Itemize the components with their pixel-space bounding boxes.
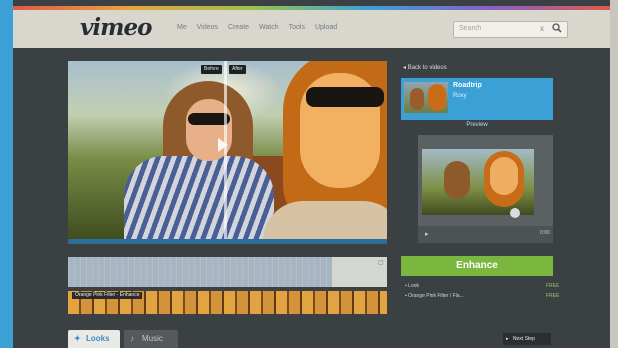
left-border <box>0 0 13 348</box>
enhance-button[interactable]: Enhance <box>401 256 553 276</box>
info-row-filter: ▪ Orange Pink Filter / Fla... <box>405 293 464 299</box>
search-placeholder: Search <box>459 25 482 32</box>
video-thumbnail <box>404 82 448 113</box>
clear-search-icon[interactable]: x <box>540 24 544 33</box>
nav-item-create[interactable]: Create <box>228 24 249 31</box>
info-row-filter-price: FREE <box>546 293 560 299</box>
info-row-look-price: FREE <box>546 283 560 289</box>
tab-music-label: Music <box>142 334 163 343</box>
next-arrow-icon: ▸ <box>506 336 509 342</box>
tab-looks[interactable]: ✦ Looks <box>68 330 120 348</box>
music-icon: ♪ <box>130 334 134 343</box>
site-header: vimeo Me Videos Create Watch Tools Uploa… <box>13 10 610 48</box>
nav-item-videos[interactable]: Videos <box>197 24 218 31</box>
nav-item-watch[interactable]: Watch <box>259 24 279 31</box>
right-border <box>610 0 618 348</box>
info-row-look: ▪ Look <box>405 283 420 289</box>
video-title: Roadtrip <box>453 82 482 89</box>
filmstrip-label: Orange Pink Filter - Enhance <box>72 292 143 299</box>
looks-icon: ✦ <box>74 334 81 343</box>
search-icon[interactable] <box>552 23 562 33</box>
vimeo-logo[interactable]: vimeo <box>80 14 152 41</box>
main-nav: Me Videos Create Watch Tools Upload <box>177 24 337 31</box>
timeline-settings-icon[interactable]: ▢ <box>378 259 384 266</box>
nav-item-tools[interactable]: Tools <box>289 24 305 31</box>
nav-item-me[interactable]: Me <box>177 24 187 31</box>
after-label: After <box>229 65 246 74</box>
preview-slider-handle[interactable] <box>510 208 520 218</box>
video-player[interactable]: Before After <box>68 61 387 239</box>
video-owner: Roxy <box>453 93 467 99</box>
preview-time: 0:00 <box>540 230 550 236</box>
before-label: Before <box>201 65 222 74</box>
preview-heading: Preview <box>466 122 488 128</box>
tab-looks-label: Looks <box>86 334 110 343</box>
tab-music[interactable]: ♪ Music <box>124 330 178 348</box>
look-preview-image[interactable] <box>422 149 534 215</box>
play-icon[interactable] <box>218 138 228 152</box>
preview-controls <box>418 226 553 243</box>
preview-play-icon[interactable]: ▸ <box>425 230 429 238</box>
back-to-videos-link[interactable]: ◂ Back to videos <box>403 64 447 71</box>
nav-item-upload[interactable]: Upload <box>315 24 337 31</box>
video-progress-bar[interactable] <box>68 239 387 244</box>
search-box[interactable]: Search x <box>453 21 568 38</box>
next-step-button[interactable]: ▸ Next Step <box>503 333 551 345</box>
